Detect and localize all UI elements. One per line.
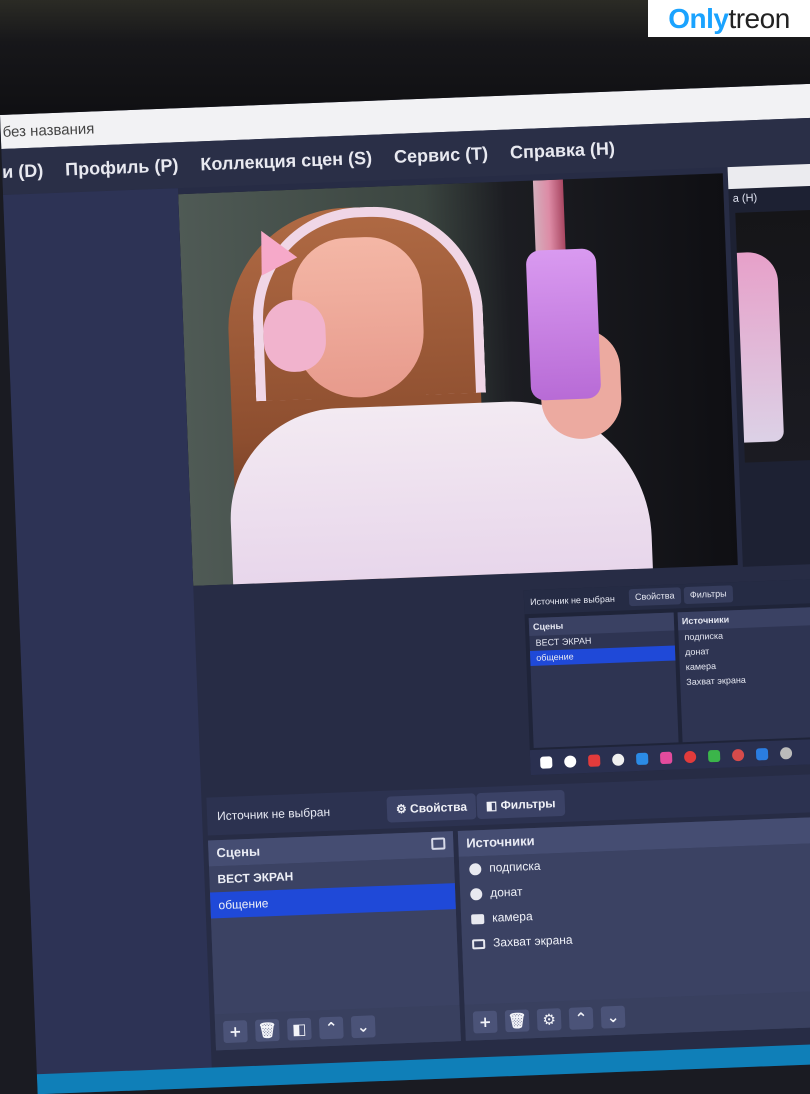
secondary-window: a (H) <box>727 162 810 567</box>
move-down-button[interactable]: ⌄ <box>600 1005 626 1029</box>
obs-icon[interactable] <box>779 746 793 760</box>
source-label: донат <box>489 884 523 900</box>
mini-obs-window: Источник не выбран Свойства Фильтры Сцен… <box>523 577 810 776</box>
menu-item-profile[interactable]: Профиль (P) <box>65 155 179 180</box>
app-icon[interactable] <box>731 748 745 761</box>
program-preview[interactable] <box>178 173 738 586</box>
secondary-preview-person <box>736 251 785 443</box>
browser-icon <box>470 887 483 901</box>
scenes-title: Сцены <box>216 843 261 861</box>
sources-title: Источники <box>466 833 535 851</box>
scenes-list: ВЕСТ ЭКРАН общение <box>209 857 460 1015</box>
app-icon[interactable] <box>683 750 697 763</box>
menu-item-help[interactable]: Справка (H) <box>510 138 616 163</box>
move-up-button[interactable]: ⌃ <box>318 1016 344 1040</box>
source-label: камера <box>491 909 533 925</box>
mini-sources-panel: Источники подписка донат камера Захват э… <box>677 605 810 743</box>
source-status: Источник не выбран <box>216 804 331 824</box>
secondary-titlebar <box>727 162 810 190</box>
sources-panel: Источники подписка донат камера Захват э… <box>457 815 810 1041</box>
app-icon[interactable] <box>587 753 601 767</box>
windows-start-icon[interactable] <box>540 755 553 769</box>
move-down-button[interactable]: ⌄ <box>350 1015 376 1039</box>
menu-item-view[interactable]: и (D) <box>2 160 44 183</box>
mini-filters-button[interactable]: Фильтры <box>683 585 733 605</box>
secondary-preview <box>735 208 810 463</box>
mini-properties-button[interactable]: Свойства <box>628 587 681 607</box>
filter-icon: ◧ <box>485 798 501 813</box>
remove-source-button[interactable]: 🗑 <box>504 1009 530 1033</box>
preview-earcup <box>262 298 328 374</box>
add-source-button[interactable]: + <box>472 1010 498 1034</box>
add-scene-button[interactable]: + <box>222 1020 248 1044</box>
browser-icon <box>469 862 482 876</box>
source-settings-button[interactable]: ⚙ <box>536 1008 562 1032</box>
app-icon[interactable] <box>659 751 673 764</box>
gear-icon: ⚙ <box>395 801 411 817</box>
edge-icon[interactable] <box>635 752 649 765</box>
source-label: Захват экрана <box>492 932 573 950</box>
sources-list: подписка донат камера Захват экрана <box>458 841 810 1005</box>
source-label: подписка <box>488 858 541 875</box>
window-title: без названия <box>2 119 95 141</box>
mini-status: Источник не выбран <box>529 593 616 608</box>
scenes-panel: Сцены ВЕСТ ЭКРАН общение + 🗑 ◧ ⌃ ⌄ <box>208 831 461 1051</box>
remove-scene-button[interactable]: 🗑 <box>254 1018 280 1042</box>
search-icon[interactable] <box>563 754 577 768</box>
browser-icon[interactable] <box>611 753 625 766</box>
monitor-screen: без названия и (D) Профиль (P) Коллекция… <box>0 83 810 1094</box>
scene-filter-button[interactable]: ◧ <box>286 1017 312 1041</box>
mini-scenes-panel: Сцены ВЕСТ ЭКРАН общение <box>528 612 679 748</box>
properties-label: Свойства <box>409 799 468 816</box>
monitor-icon <box>471 938 486 949</box>
app-icon[interactable] <box>755 747 769 760</box>
watermark-logo: Only treon <box>648 0 810 37</box>
secondary-title: a (H) <box>732 191 758 205</box>
app-icon[interactable] <box>707 749 721 762</box>
left-dock <box>3 188 213 1094</box>
move-up-button[interactable]: ⌃ <box>568 1006 594 1030</box>
undock-icon[interactable] <box>431 837 446 850</box>
menu-item-tools[interactable]: Сервис (T) <box>394 143 489 168</box>
menu-item-scene-collection[interactable]: Коллекция сцен (S) <box>200 147 372 175</box>
properties-button[interactable]: ⚙ Свойства <box>386 793 477 823</box>
preview-phone <box>525 248 602 401</box>
filters-button[interactable]: ◧ Фильтры <box>476 789 566 820</box>
camera-icon <box>471 913 485 925</box>
filters-label: Фильтры <box>500 796 556 813</box>
